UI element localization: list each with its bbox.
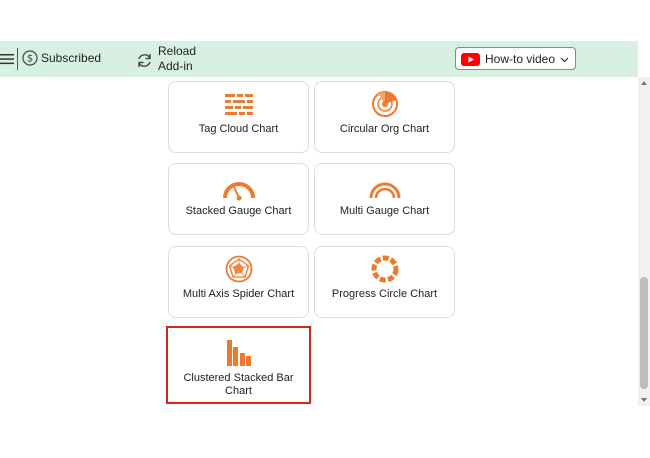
chart-card-circular-org[interactable]: Circular Org Chart bbox=[314, 81, 455, 153]
reload-icon[interactable] bbox=[136, 52, 153, 69]
chart-card-multi-axis-spider[interactable]: Multi Axis Spider Chart bbox=[168, 246, 309, 318]
multi-gauge-icon bbox=[369, 182, 400, 199]
chart-card-label: Multi Gauge Chart bbox=[339, 205, 430, 217]
chart-card-label: Clustered Stacked Bar Chart bbox=[183, 372, 294, 397]
top-toolbar: $ Subscribed Reload Add-in How-to video bbox=[0, 41, 638, 77]
hamburger-menu-icon[interactable] bbox=[0, 52, 14, 66]
gauge-icon bbox=[222, 182, 255, 201]
clustered-bar-icon bbox=[226, 340, 251, 366]
chart-card-label: Tag Cloud Chart bbox=[198, 123, 279, 135]
spider-icon bbox=[225, 255, 252, 283]
tag-cloud-icon bbox=[224, 94, 253, 115]
vertical-scrollbar[interactable] bbox=[638, 77, 650, 406]
chevron-down-icon bbox=[560, 57, 569, 63]
chart-card-label: Stacked Gauge Chart bbox=[185, 205, 292, 217]
chart-card-multi-gauge[interactable]: Multi Gauge Chart bbox=[314, 163, 455, 235]
subscribed-status: Subscribed bbox=[41, 51, 102, 65]
toolbar-divider bbox=[17, 48, 18, 70]
chart-card-label: Multi Axis Spider Chart bbox=[182, 288, 295, 300]
scroll-up-arrow-icon[interactable] bbox=[641, 80, 647, 86]
howto-video-label: How-to video bbox=[485, 52, 556, 66]
youtube-icon bbox=[461, 53, 480, 66]
reload-addin-button[interactable]: Reload Add-in bbox=[158, 44, 196, 74]
chart-card-clustered-stacked-bar[interactable]: Clustered Stacked Bar Chart bbox=[166, 326, 311, 404]
scroll-down-arrow-icon[interactable] bbox=[641, 397, 647, 403]
dollar-coin-icon: $ bbox=[22, 50, 38, 66]
howto-video-dropdown[interactable]: How-to video bbox=[455, 47, 576, 70]
chart-card-progress-circle[interactable]: Progress Circle Chart bbox=[314, 246, 455, 318]
circular-org-icon bbox=[371, 91, 398, 117]
scrollbar-thumb[interactable] bbox=[640, 277, 648, 389]
svg-text:$: $ bbox=[27, 54, 33, 65]
chart-card-stacked-gauge[interactable]: Stacked Gauge Chart bbox=[168, 163, 309, 235]
chart-card-label: Progress Circle Chart bbox=[331, 288, 438, 300]
chart-card-label: Circular Org Chart bbox=[339, 123, 430, 135]
chart-card-tag-cloud[interactable]: Tag Cloud Chart bbox=[168, 81, 309, 153]
progress-circle-icon bbox=[371, 255, 398, 283]
